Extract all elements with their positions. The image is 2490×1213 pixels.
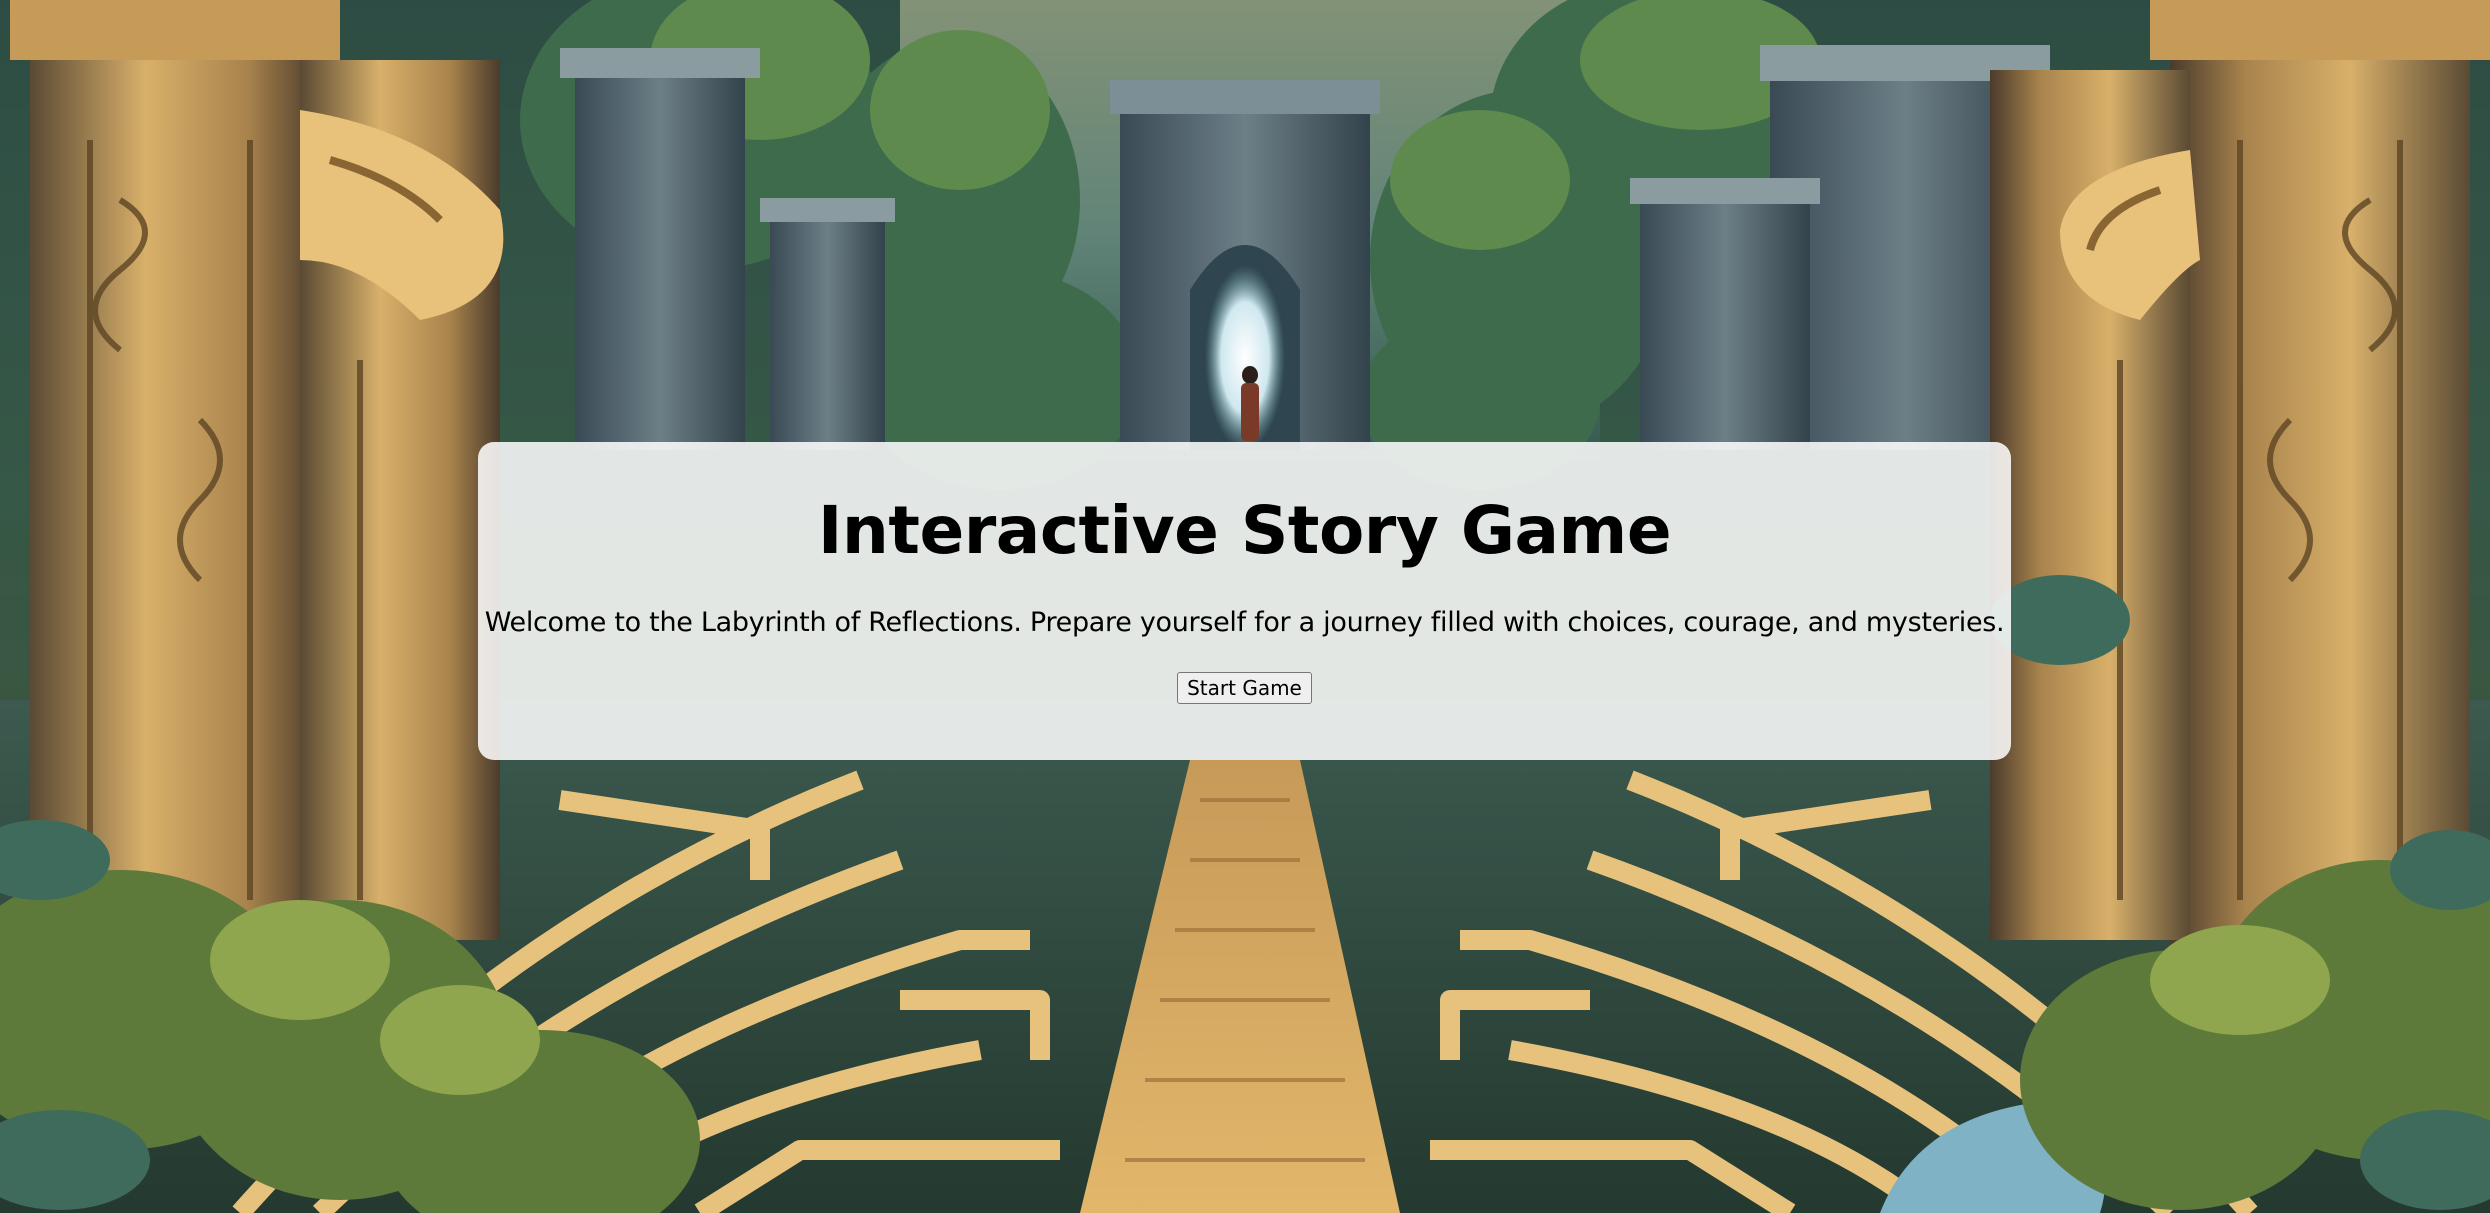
- game-intro-text: Welcome to the Labyrinth of Reflections.…: [484, 607, 2005, 638]
- start-game-button[interactable]: Start Game: [1177, 671, 1312, 704]
- game-title: Interactive Story Game: [817, 492, 1672, 569]
- story-intro-panel: Interactive Story Game Welcome to the La…: [478, 442, 2011, 760]
